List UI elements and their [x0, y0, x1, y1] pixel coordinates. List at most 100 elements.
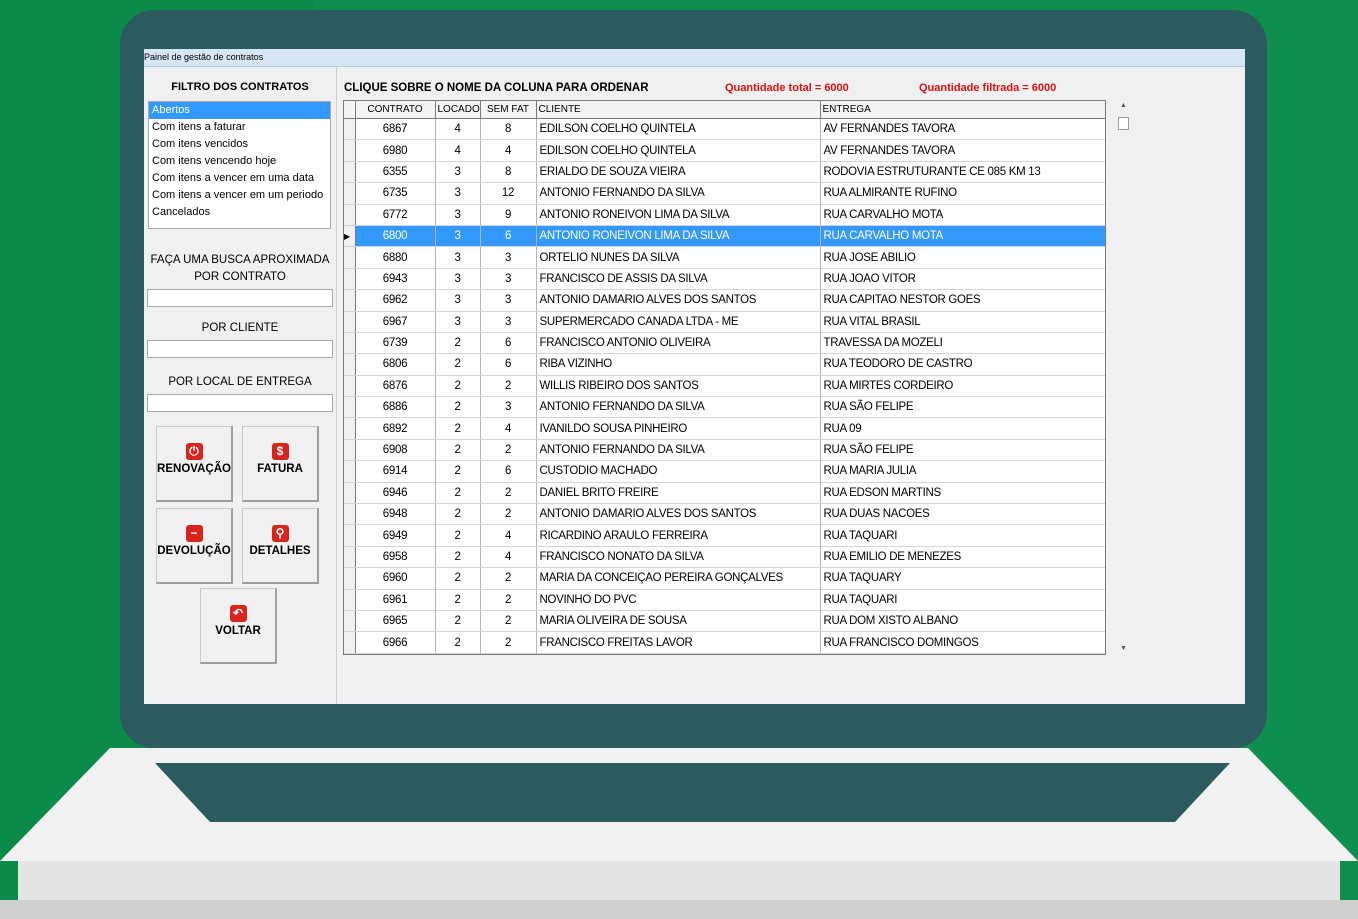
row-selector[interactable]	[344, 289, 356, 312]
contract-cell[interactable]: 6886	[355, 396, 436, 419]
filter-item[interactable]: Abertos	[149, 102, 330, 119]
contract-cell[interactable]: 6800	[355, 225, 436, 248]
column-header-rented[interactable]: LOCADO	[435, 101, 481, 119]
delivery-cell[interactable]: RUA FRANCISCO DOMINGOS	[820, 631, 1105, 654]
client-cell[interactable]: ANTONIO DAMARIO ALVES DOS SANTOS	[536, 289, 821, 312]
table-row[interactable]: 6965 2 2 MARIA OLIVEIRA DE SOUSA RUA DOM XIS…	[344, 610, 1105, 633]
rented-cell[interactable]: 2	[435, 439, 481, 462]
scroll-down-icon[interactable]: ▼	[1116, 643, 1131, 655]
row-selector[interactable]	[344, 268, 356, 291]
row-selector[interactable]: ▶	[344, 225, 356, 248]
contract-cell[interactable]: 6739	[355, 332, 436, 355]
unbilled-cell[interactable]: 4	[480, 417, 537, 440]
row-selector[interactable]	[344, 118, 356, 141]
table-row[interactable]: 6949 2 4 RICARDINO ARAULO FERREIRA RUA TAQUA…	[344, 524, 1105, 547]
rented-cell[interactable]: 4	[435, 118, 481, 141]
rented-cell[interactable]: 2	[435, 482, 481, 505]
rented-cell[interactable]: 2	[435, 610, 481, 633]
unbilled-cell[interactable]: 2	[480, 503, 537, 526]
client-cell[interactable]: FRANCISCO FREITAS LAVOR	[536, 631, 821, 654]
table-row[interactable]: 6355 3 8 ERIALDO DE SOUZA VIEIRA RODOVIA EST…	[344, 161, 1105, 184]
table-row[interactable]: 6892 2 4 IVANILDO SOUSA PINHEIRO RUA 09	[344, 417, 1105, 440]
contract-cell[interactable]: 6962	[355, 289, 436, 312]
column-header-contract[interactable]: CONTRATO	[355, 101, 436, 119]
row-selector[interactable]	[344, 311, 356, 333]
delivery-cell[interactable]: AV FERNANDES TAVORA	[820, 118, 1105, 141]
delivery-cell[interactable]: RUA EDSON MARTINS	[820, 482, 1105, 505]
client-cell[interactable]: RICARDINO ARAULO FERREIRA	[536, 524, 821, 547]
delivery-cell[interactable]: RUA TAQUARY	[820, 567, 1105, 590]
contract-cell[interactable]: 6960	[355, 567, 436, 590]
unbilled-cell[interactable]: 2	[480, 375, 537, 398]
row-selector[interactable]	[344, 503, 356, 526]
client-cell[interactable]: NOVINHO DO PVC	[536, 589, 821, 611]
rented-cell[interactable]: 3	[435, 204, 481, 226]
unbilled-cell[interactable]: 3	[480, 246, 537, 269]
unbilled-cell[interactable]: 12	[480, 182, 537, 205]
client-cell[interactable]: ANTONIO FERNANDO DA SILVA	[536, 182, 821, 205]
client-cell[interactable]: CUSTODIO MACHADO	[536, 460, 821, 483]
client-cell[interactable]: RIBA VIZINHO	[536, 353, 821, 376]
table-row[interactable]: 6962 3 3 ANTONIO DAMARIO ALVES DOS SANTOS RU…	[344, 289, 1105, 312]
unbilled-cell[interactable]: 8	[480, 118, 537, 141]
rented-cell[interactable]: 2	[435, 417, 481, 440]
client-cell[interactable]: ANTONIO FERNANDO DA SILVA	[536, 396, 821, 419]
contract-cell[interactable]: 6735	[355, 182, 436, 205]
table-row[interactable]: 6806 2 6 RIBA VIZINHO RUA TEODORO DE CASTRO	[344, 353, 1105, 376]
delivery-cell[interactable]: RUA MARIA JULIA	[820, 460, 1105, 483]
table-row[interactable]: 6772 3 9 ANTONIO RONEIVON LIMA DA SILVA RUA …	[344, 204, 1105, 226]
contract-cell[interactable]: 6908	[355, 439, 436, 462]
unbilled-cell[interactable]: 2	[480, 589, 537, 611]
client-cell[interactable]: DANIEL BRITO FREIRE	[536, 482, 821, 505]
unbilled-cell[interactable]: 6	[480, 225, 537, 248]
delivery-cell[interactable]: RUA DOM XISTO ALBANO	[820, 610, 1105, 633]
row-selector[interactable]	[344, 460, 356, 483]
delivery-cell[interactable]: RUA DUAS NACOES	[820, 503, 1105, 526]
unbilled-cell[interactable]: 2	[480, 567, 537, 590]
contract-cell[interactable]: 6966	[355, 631, 436, 654]
row-selector[interactable]	[344, 375, 356, 398]
delivery-cell[interactable]: RUA 09	[820, 417, 1105, 440]
rented-cell[interactable]: 3	[435, 268, 481, 291]
client-cell[interactable]: IVANILDO SOUSA PINHEIRO	[536, 417, 821, 440]
contract-cell[interactable]: 6806	[355, 353, 436, 376]
unbilled-cell[interactable]: 2	[480, 631, 537, 654]
renewal-button[interactable]: ⏻ RENOVAÇÃO	[156, 426, 233, 502]
unbilled-cell[interactable]: 2	[480, 482, 537, 505]
table-row[interactable]: 6867 4 8 EDILSON COELHO QUINTELA AV FERNANDE…	[344, 118, 1105, 141]
delivery-cell[interactable]: RUA CAPITAO NESTOR GOES	[820, 289, 1105, 312]
invoice-button[interactable]: $ FATURA	[242, 426, 319, 502]
table-row[interactable]: 6948 2 2 ANTONIO DAMARIO ALVES DOS SANTOS RU…	[344, 503, 1105, 526]
contract-cell[interactable]: 6967	[355, 311, 436, 333]
contract-cell[interactable]: 6943	[355, 268, 436, 291]
rented-cell[interactable]: 4	[435, 139, 481, 162]
column-header-client[interactable]: CLIENTE	[536, 101, 821, 119]
row-selector[interactable]	[344, 161, 356, 184]
delivery-cell[interactable]: RUA CARVALHO MOTA	[820, 225, 1105, 248]
delivery-cell[interactable]: TRAVESSA DA MOZELI	[820, 332, 1105, 355]
filter-item[interactable]: Cancelados	[149, 204, 330, 221]
unbilled-cell[interactable]: 3	[480, 289, 537, 312]
table-row[interactable]: 6914 2 6 CUSTODIO MACHADO RUA MARIA JULIA	[344, 460, 1105, 483]
table-row[interactable]: 6960 2 2 MARIA DA CONCEIÇAO PEREIRA GONÇALV…	[344, 567, 1105, 590]
unbilled-cell[interactable]: 8	[480, 161, 537, 184]
back-button[interactable]: ↶ VOLTAR	[200, 588, 277, 664]
contract-cell[interactable]: 6961	[355, 589, 436, 611]
rented-cell[interactable]: 2	[435, 375, 481, 398]
client-search-input[interactable]	[147, 340, 333, 358]
delivery-cell[interactable]: RUA JOSE ABILIO	[820, 246, 1105, 269]
client-cell[interactable]: MARIA OLIVEIRA DE SOUSA	[536, 610, 821, 633]
client-cell[interactable]: SUPERMERCADO CANADA LTDA - ME	[536, 311, 821, 333]
contract-cell[interactable]: 6948	[355, 503, 436, 526]
delivery-cell[interactable]: RUA TAQUARI	[820, 589, 1105, 611]
rented-cell[interactable]: 2	[435, 503, 481, 526]
row-selector[interactable]	[344, 439, 356, 462]
rented-cell[interactable]: 3	[435, 161, 481, 184]
contract-cell[interactable]: 6949	[355, 524, 436, 547]
client-cell[interactable]: ANTONIO DAMARIO ALVES DOS SANTOS	[536, 503, 821, 526]
contract-cell[interactable]: 6914	[355, 460, 436, 483]
row-selector[interactable]	[344, 246, 356, 269]
delivery-cell[interactable]: RUA JOAO VITOR	[820, 268, 1105, 291]
unbilled-cell[interactable]: 3	[480, 268, 537, 291]
contract-search-input[interactable]	[147, 289, 333, 307]
